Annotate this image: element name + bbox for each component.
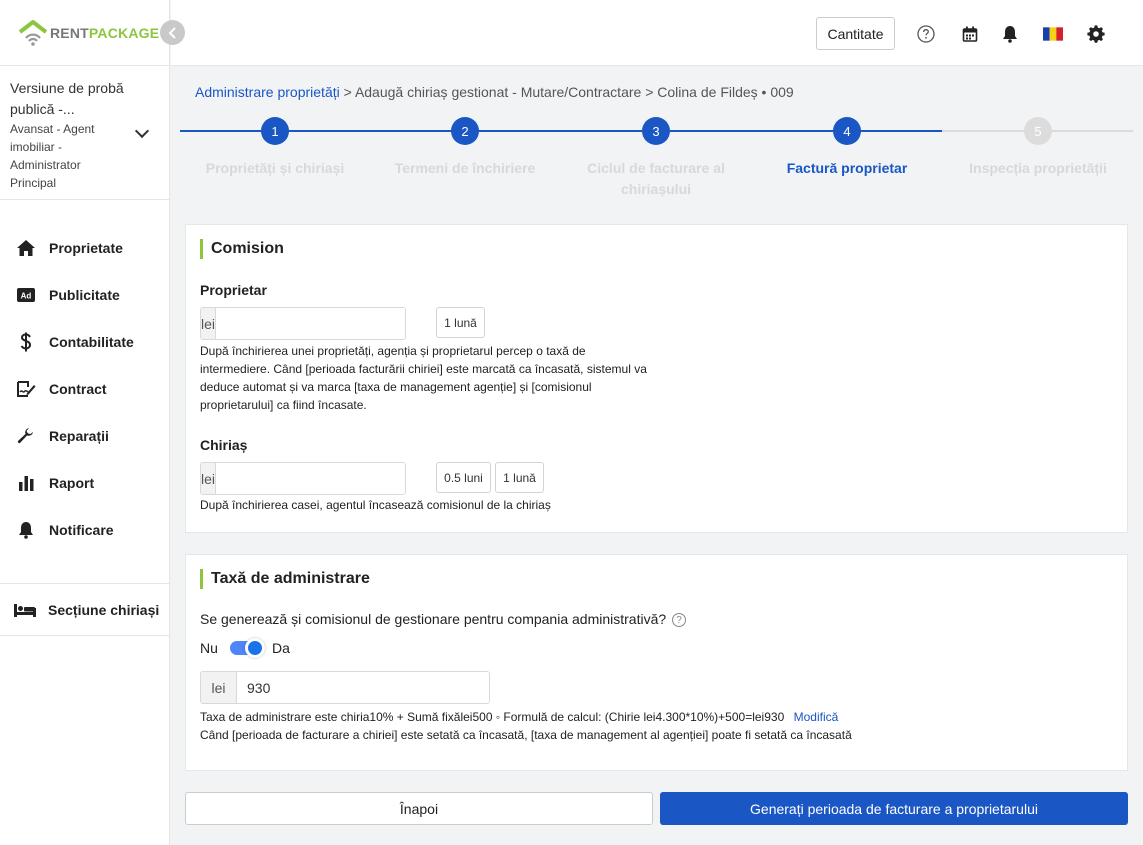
- owner-label: Proprietar: [200, 282, 267, 298]
- step-label: Factură proprietar: [786, 160, 908, 176]
- quantity-button[interactable]: Cantitate: [816, 17, 895, 50]
- step-label: Proprietăți și chiriași: [205, 160, 345, 176]
- calendar-icon[interactable]: [960, 24, 980, 44]
- modify-link[interactable]: Modifică: [794, 710, 839, 724]
- currency-prefix: lei: [201, 672, 237, 703]
- settings-gear-icon[interactable]: [1086, 24, 1106, 44]
- sidebar: RENTPACKAGE Versiune de probă publică -.…: [0, 0, 185, 845]
- step-label: Inspecția proprietății: [969, 160, 1107, 176]
- nav-label: Raport: [49, 474, 95, 491]
- commission-card: Comision Proprietar lei 1 lună După înch…: [185, 224, 1128, 533]
- bell-icon: [15, 520, 37, 540]
- nav-item-tenant-section[interactable]: Secțiune chiriași: [0, 584, 169, 636]
- nav-item-contract[interactable]: Contract: [0, 365, 169, 412]
- nav-label: Publicitate: [49, 286, 120, 303]
- bar-chart-icon: [15, 473, 37, 493]
- owner-1-month-chip[interactable]: 1 lună: [436, 307, 485, 338]
- romania-flag-icon[interactable]: [1043, 24, 1063, 44]
- owner-commission-help: După închirierea unei proprietăți, agenț…: [200, 344, 647, 412]
- step-2: 2 Termeni de închiriere: [370, 117, 560, 179]
- logo-text: RENTPACKAGE: [50, 24, 160, 41]
- generate-owner-billing-button[interactable]: Generați perioada de facturare a proprie…: [660, 792, 1128, 825]
- wrench-icon: [15, 426, 37, 446]
- admin-fee-title: Taxă de administrare: [200, 569, 370, 589]
- toggle-on-label: Da: [272, 640, 290, 656]
- account-role: Avansat - Agent imobiliar - Administrato…: [10, 122, 95, 190]
- currency-prefix: lei: [201, 463, 217, 494]
- breadcrumb-separator: >: [645, 84, 654, 100]
- toggle-knob: [245, 638, 265, 658]
- bed-icon: [12, 600, 38, 620]
- step-label: Ciclul de facturare al chiriașului: [587, 160, 725, 197]
- chevron-down-icon[interactable]: [134, 123, 150, 139]
- account-title: Versiune de probă publică -...: [10, 80, 124, 117]
- tenant-label: Chiriaș: [200, 437, 248, 453]
- currency-prefix: lei: [201, 308, 217, 339]
- admin-fee-question-text: Se generează și comisionul de gestionare…: [200, 611, 667, 627]
- step-number: 5: [1024, 117, 1052, 145]
- nav-item-notificare[interactable]: Notificare: [0, 506, 169, 553]
- chevron-left-icon: [168, 26, 176, 39]
- step-number: 2: [451, 117, 479, 145]
- nav-label: Proprietate: [49, 239, 123, 256]
- tenant-commission-input[interactable]: [216, 463, 405, 494]
- nav-item-raport[interactable]: Raport: [0, 459, 169, 506]
- collapse-sidebar-button[interactable]: [160, 20, 185, 45]
- nav-item-proprietate[interactable]: Proprietate: [0, 224, 169, 271]
- admin-fee-input[interactable]: [237, 672, 489, 703]
- breadcrumb-property: Colina de Fildeș • 009: [657, 84, 794, 100]
- breadcrumb: Administrare proprietăți > Adaugă chiria…: [195, 84, 794, 100]
- step-number: 4: [833, 117, 861, 145]
- admin-fee-note: Când [perioada de facturare a chiriei] e…: [200, 728, 852, 742]
- svg-text:Ad: Ad: [21, 291, 32, 300]
- nav-label: Secțiune chiriași: [48, 601, 160, 618]
- account-switcher[interactable]: Versiune de probă publică -... Avansat -…: [0, 66, 169, 200]
- home-icon: [15, 238, 37, 258]
- step-number: 3: [642, 117, 670, 145]
- breadcrumb-separator: >: [343, 84, 352, 100]
- dollar-icon: [15, 332, 37, 352]
- toggle-off-label: Nu: [200, 640, 218, 656]
- tenant-1-month-chip[interactable]: 1 lună: [495, 462, 544, 493]
- step-4: 4 Factură proprietar: [752, 117, 942, 179]
- step-number: 1: [261, 117, 289, 145]
- main-nav: Proprietate Ad Publicitate Contabilitate…: [0, 200, 169, 584]
- owner-commission-field: lei: [200, 307, 406, 340]
- step-3: 3 Ciclul de facturare al chiriașului: [561, 117, 751, 200]
- admin-fee-question: Se generează și comisionul de gestionare…: [200, 611, 687, 628]
- question-mark-icon[interactable]: ?: [672, 613, 687, 628]
- step-label: Termeni de închiriere: [394, 160, 536, 176]
- breadcrumb-root-link[interactable]: Administrare proprietăți: [195, 84, 340, 100]
- commission-title: Comision: [200, 239, 284, 259]
- ad-icon: Ad: [15, 285, 37, 305]
- tenant-commission-help: După închirierea casei, agentul încaseaz…: [200, 498, 551, 512]
- nav-label: Contract: [49, 380, 107, 397]
- step-5: 5 Inspecția proprietății: [943, 117, 1133, 179]
- admin-fee-formula: Taxa de administrare este chiria10% + Su…: [200, 710, 785, 724]
- nav-item-reparatii[interactable]: Reparații: [0, 412, 169, 459]
- progress-stepper: 1 Proprietăți și chiriași 2 Termeni de î…: [180, 117, 1133, 197]
- step-1: 1 Proprietăți și chiriași: [180, 117, 370, 179]
- nav-label: Contabilitate: [49, 333, 134, 350]
- nav-item-publicitate[interactable]: Ad Publicitate: [0, 271, 169, 318]
- back-button[interactable]: Înapoi: [185, 792, 653, 825]
- nav-item-contabilitate[interactable]: Contabilitate: [0, 318, 169, 365]
- admin-fee-toggle[interactable]: [230, 638, 265, 658]
- logo-icon: [18, 19, 48, 47]
- admin-fee-formula-line: Taxa de administrare este chiria10% + Su…: [200, 708, 1100, 726]
- nav-label: Reparații: [49, 427, 109, 444]
- contract-icon: [15, 379, 37, 399]
- nav-label: Notificare: [49, 521, 114, 538]
- topbar: Cantitate: [171, 0, 1143, 66]
- tenant-commission-field: lei: [200, 462, 406, 495]
- help-icon[interactable]: [916, 24, 936, 44]
- admin-fee-card: Taxă de administrare Se generează și com…: [185, 554, 1128, 771]
- owner-commission-input[interactable]: [216, 308, 405, 339]
- tenant-half-month-chip[interactable]: 0.5 luni: [436, 462, 491, 493]
- logo[interactable]: RENTPACKAGE: [0, 0, 169, 66]
- breadcrumb-path: Adaugă chiriaș gestionat - Mutare/Contra…: [354, 84, 642, 100]
- admin-fee-field: lei: [200, 671, 490, 704]
- notifications-bell-icon[interactable]: [1000, 24, 1020, 44]
